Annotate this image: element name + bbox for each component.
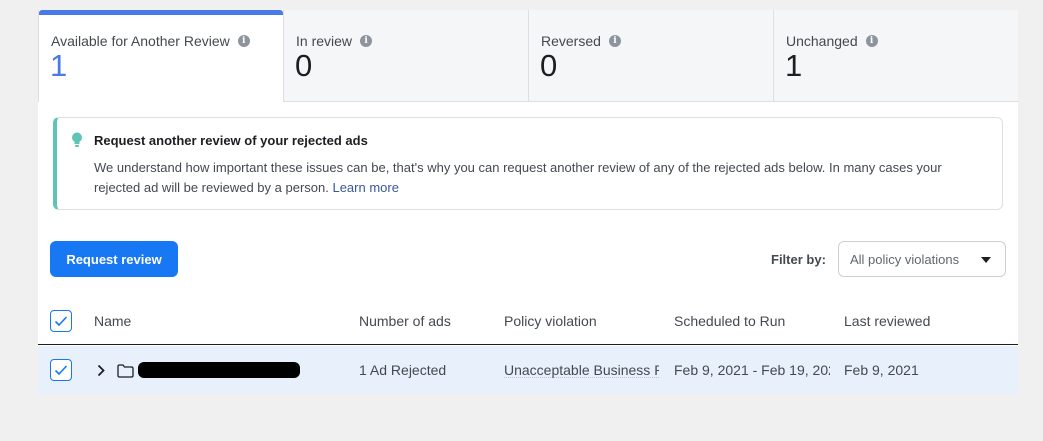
request-review-button[interactable]: Request review [50,241,178,277]
tab-count: 1 [785,48,803,83]
tab-label: In review [296,33,353,49]
column-header-violation[interactable]: Policy violation [504,313,597,329]
lightbulb-icon [72,132,82,147]
tab-count: 0 [540,48,558,83]
tab-in-review[interactable]: In review i 0 [284,10,529,102]
filter-label: Filter by: [771,252,826,267]
column-header-name[interactable]: Name [94,313,131,329]
review-panel: Available for Another Review i 1 In revi… [38,10,1018,394]
status-tabs: Available for Another Review i 1 In revi… [38,10,1018,102]
table-row[interactable]: 1 Ad Rejected Unacceptable Business P Fe… [38,346,1018,394]
info-icon[interactable]: i [237,35,250,47]
info-icon[interactable]: i [865,35,878,47]
column-header-ads[interactable]: Number of ads [359,313,451,329]
caret-down-icon [981,257,991,263]
checkmark-icon [54,365,68,376]
select-all-checkbox[interactable] [50,310,72,332]
policy-filter-dropdown[interactable]: All policy violations [838,241,1006,277]
folder-icon [117,364,134,378]
notice-body: We understand how important these issues… [94,158,984,198]
tab-label: Unchanged [786,33,858,49]
cell-ads: 1 Ad Rejected [359,362,447,378]
redacted-campaign-name [138,362,300,378]
info-notice: Request another review of your rejected … [53,117,1003,210]
checkmark-icon [54,316,68,327]
tab-label: Available for Another Review [51,33,230,49]
filter-value: All policy violations [850,251,960,267]
tab-available[interactable]: Available for Another Review i 1 [38,10,284,102]
info-icon[interactable]: i [608,35,621,47]
info-icon[interactable]: i [360,35,373,47]
tab-reversed[interactable]: Reversed i 0 [529,10,774,102]
cell-scheduled: Feb 9, 2021 - Feb 19, 202 [674,362,830,378]
tab-label: Reversed [541,33,601,49]
cell-reviewed: Feb 9, 2021 [844,362,919,378]
tab-count: 0 [295,48,313,83]
tab-count: 1 [50,48,68,83]
learn-more-link[interactable]: Learn more [332,180,398,195]
table-header: Name Number of ads Policy violation Sche… [38,298,1018,345]
notice-text: We understand how important these issues… [94,160,942,195]
row-checkbox[interactable] [50,359,72,381]
active-tab-indicator [39,10,283,15]
chevron-right-icon[interactable] [97,364,105,377]
column-header-scheduled[interactable]: Scheduled to Run [674,313,785,329]
cell-violation-link[interactable]: Unacceptable Business P [504,362,659,378]
notice-title: Request another review of your rejected … [94,133,368,148]
tab-unchanged[interactable]: Unchanged i 1 [774,10,1018,102]
column-header-reviewed[interactable]: Last reviewed [844,313,930,329]
